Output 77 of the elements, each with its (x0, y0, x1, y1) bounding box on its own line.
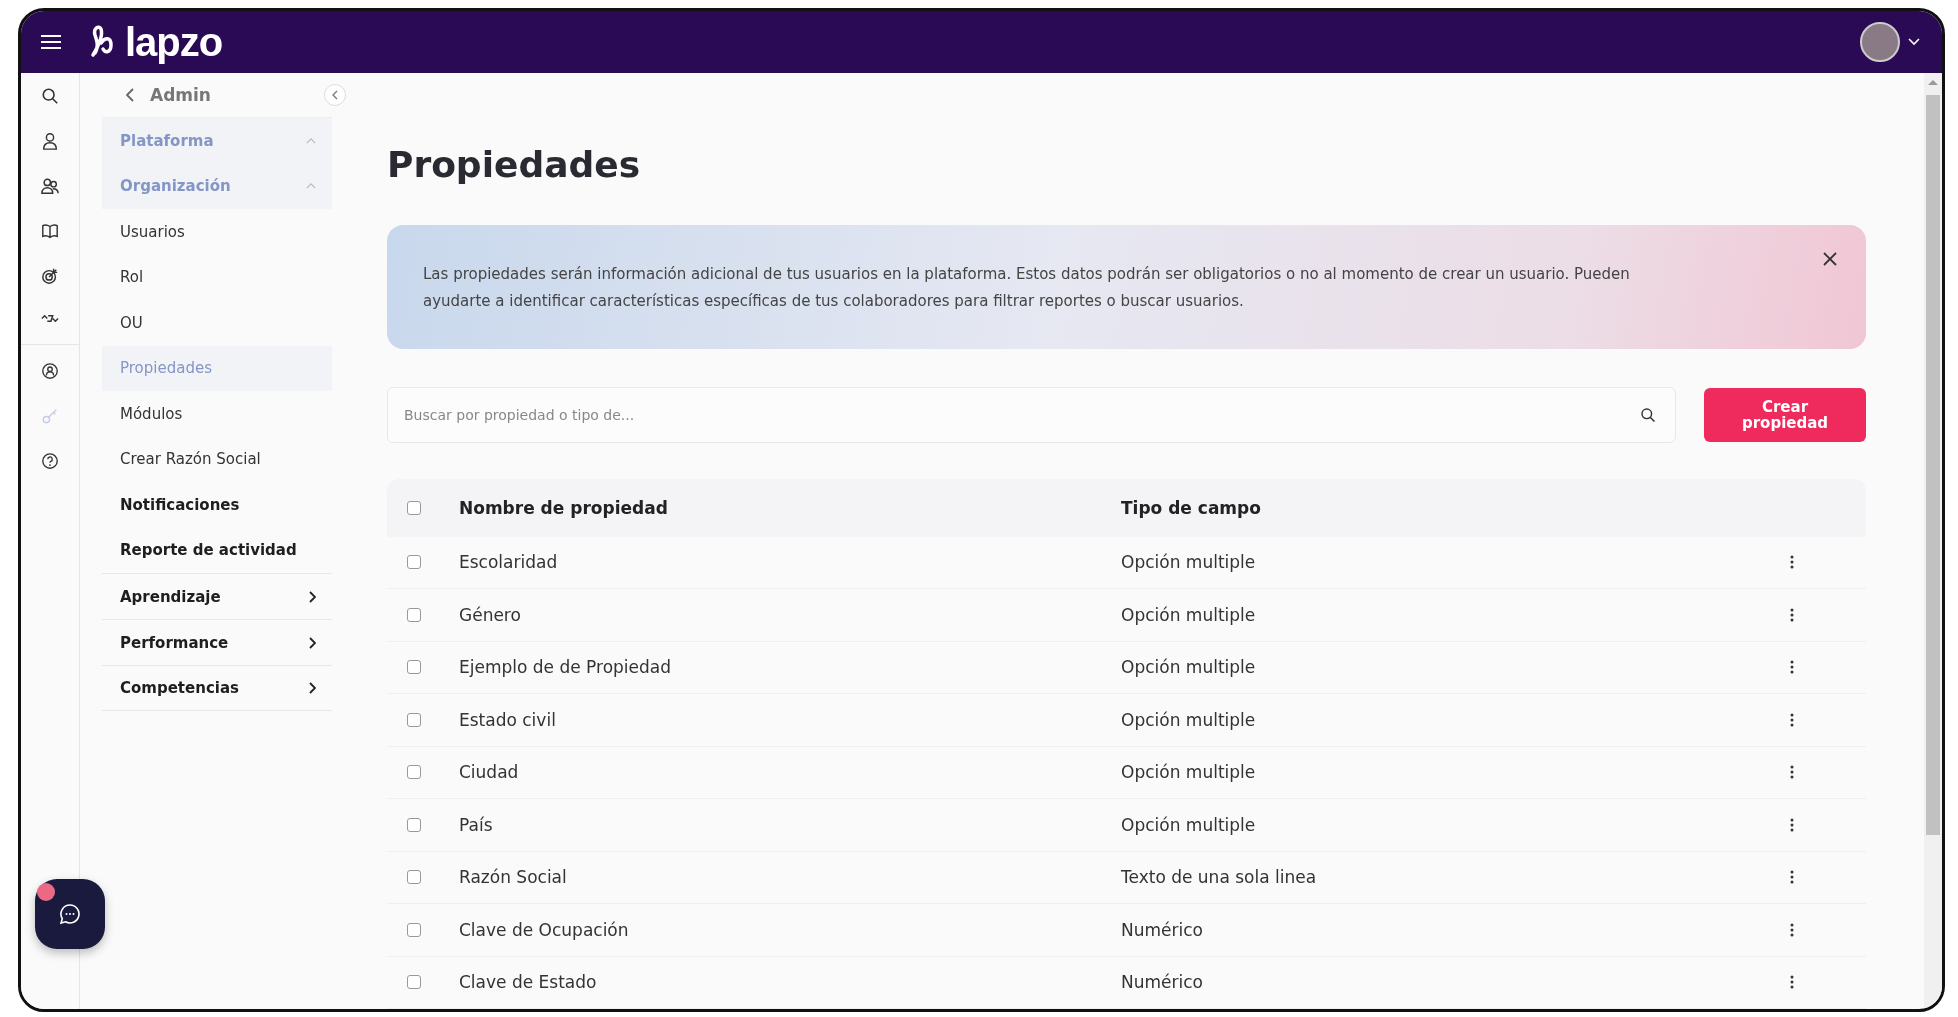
table-cell-text: Opción multiple (1121, 604, 1257, 625)
chevron-left-icon (126, 88, 134, 102)
user-icon[interactable] (41, 132, 59, 150)
chevron-right-icon (309, 636, 316, 649)
chevron-left-icon (332, 90, 338, 100)
row-checkbox[interactable] (407, 922, 421, 937)
chevron-right-icon (309, 682, 316, 694)
scrollbar[interactable] (1924, 73, 1942, 1009)
sidebar-item[interactable]: Módulos (102, 391, 332, 437)
table-cell-text: Opción multiple (1121, 709, 1257, 730)
more-options-icon[interactable] (1790, 870, 1794, 885)
search-icon (1640, 406, 1656, 423)
table-cell-text: País (459, 814, 494, 835)
row-checkbox[interactable] (407, 607, 421, 622)
create-property-button[interactable]: Crear propiedad (1704, 387, 1866, 442)
chat-button[interactable] (35, 879, 105, 949)
close-icon[interactable] (1822, 251, 1838, 267)
table-cell-text: Razón Social (459, 867, 568, 888)
info-text: Las propiedades serán información adicional de tus usuarios en la plataforma. Estos datos podrán ser obligatorios o no al momento de crear un usuario. Pueden ayudarte a identificar características específicas de tus colaboradores para filtrar reportes o buscar usuarios. (423, 264, 1631, 312)
row-checkbox[interactable] (407, 712, 421, 727)
table-cell-text: Opción multiple (1121, 762, 1257, 783)
network-user-icon[interactable] (41, 362, 59, 380)
menu-icon[interactable] (41, 35, 61, 49)
table-cell-text: Opción multiple (1121, 552, 1257, 573)
more-options-icon[interactable] (1790, 607, 1794, 622)
help-icon[interactable] (41, 452, 59, 470)
back-link[interactable]: Admin (102, 85, 211, 105)
row-checkbox[interactable] (407, 975, 421, 990)
sidebar-item[interactable]: Aprendizaje (102, 573, 332, 619)
sidebar-item[interactable]: Rol (102, 254, 332, 300)
row-checkbox[interactable] (407, 870, 421, 885)
row-checkbox[interactable] (407, 555, 421, 570)
table-cell-text: Escolaridad (459, 552, 559, 573)
sidebar-item[interactable]: Performance (102, 619, 332, 665)
select-all-checkbox[interactable] (407, 500, 421, 515)
table-cell-text: Numérico (1121, 919, 1204, 940)
table-cell-text: Género (459, 604, 522, 625)
sidebar-item[interactable]: Reporte de actividad (102, 527, 332, 573)
more-options-icon[interactable] (1790, 765, 1794, 780)
more-options-icon[interactable] (1790, 975, 1794, 990)
sidebar-item[interactable]: OU (102, 300, 332, 346)
more-options-icon[interactable] (1790, 712, 1794, 727)
search-field[interactable]: Buscar por propiedad o tipo de... (387, 386, 1676, 443)
more-options-icon[interactable] (1790, 817, 1794, 832)
chevron-down-icon[interactable] (1908, 38, 1920, 46)
table-cell-text: Ciudad (459, 762, 520, 783)
table-cell-text: Numérico (1121, 972, 1204, 993)
table-cell-text: Estado civil (459, 709, 557, 730)
table-cell-text: Ejemplo de de Propiedad (459, 657, 673, 678)
chevron-up-icon (306, 137, 316, 144)
column-header: Tipo de campo (1121, 497, 1262, 518)
row-checkbox[interactable] (407, 765, 421, 780)
table-cell-text: Opción multiple (1121, 814, 1257, 835)
page-title: Propiedades (387, 143, 642, 187)
avatar[interactable] (1860, 22, 1900, 62)
chevron-up-icon (306, 183, 316, 190)
sidebar-item[interactable]: Notificaciones (102, 482, 332, 528)
row-checkbox[interactable] (407, 817, 421, 832)
row-checkbox[interactable] (407, 660, 421, 675)
table-cell-text: Opción multiple (1121, 657, 1257, 678)
sidebar-item[interactable]: Competencias (102, 665, 332, 711)
table-cell-text: Clave de Estado (459, 972, 598, 993)
sidebar-item[interactable]: Crear Razón Social (102, 436, 332, 482)
sidebar-item[interactable]: Usuarios (102, 209, 332, 255)
more-options-icon[interactable] (1790, 660, 1794, 675)
search-icon[interactable] (41, 87, 59, 105)
target-icon[interactable] (41, 267, 59, 285)
more-options-icon[interactable] (1790, 922, 1794, 937)
book-icon[interactable] (41, 222, 59, 240)
chevron-right-icon (309, 590, 316, 603)
column-header: Nombre de propiedad (459, 497, 669, 518)
more-options-icon[interactable] (1790, 555, 1794, 570)
table-cell-text: Texto de una sola linea (1121, 867, 1318, 888)
users-icon[interactable] (41, 177, 59, 195)
logo-text: lapzo (125, 19, 223, 65)
table-cell-text: Clave de Ocupación (459, 919, 630, 940)
chat-bubble-icon (59, 903, 81, 925)
